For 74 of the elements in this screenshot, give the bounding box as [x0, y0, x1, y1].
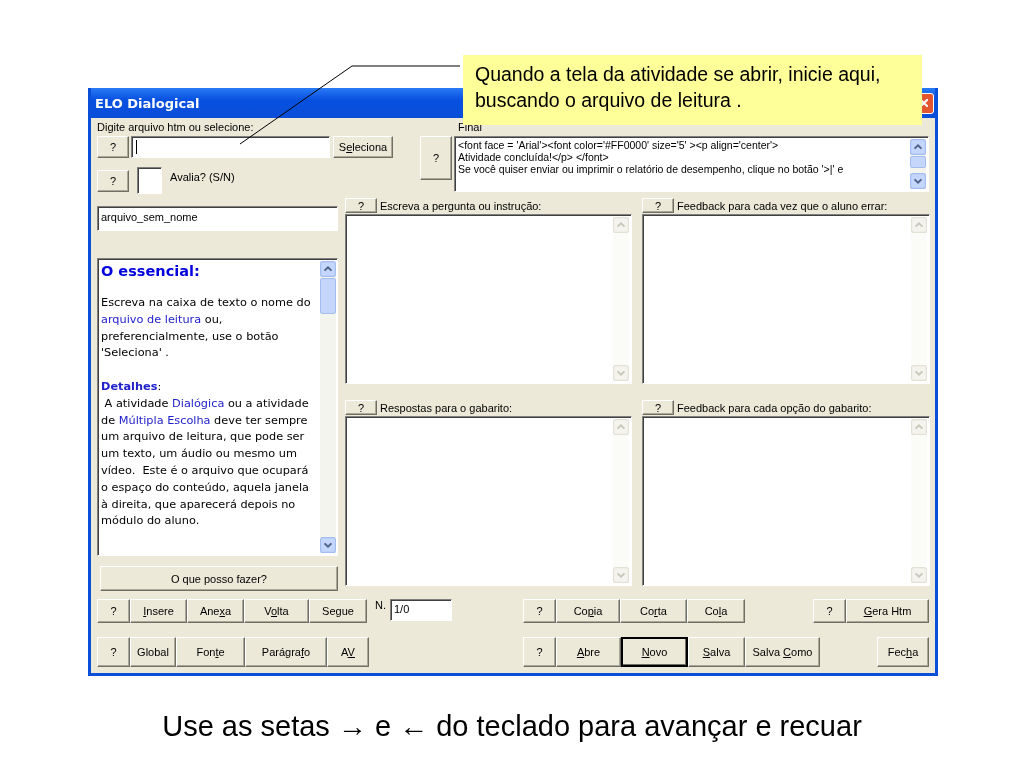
help-button[interactable]: ? — [523, 599, 556, 623]
scrollbar[interactable] — [910, 139, 926, 189]
panel-label: Respostas para o gabarito: — [380, 402, 513, 415]
help-button[interactable]: ? — [642, 400, 674, 415]
toolbar-button[interactable]: Abre — [556, 637, 621, 667]
toolbar-button[interactable]: Salva Como — [745, 637, 820, 667]
code-line: <font face = 'Arial'><font color='#FF0000' size='5' ><p align='center'> — [458, 139, 780, 151]
select-button[interactable]: Seleciona — [333, 136, 393, 158]
help-button[interactable]: ? — [420, 136, 452, 180]
help-paragraph: Escreva na caixa de texto o nome do arquivo de leitura ou, preferencialmente, use o botão 'Seleciona' . — [101, 295, 312, 362]
toolbar-button[interactable]: Parágrafo — [245, 637, 327, 667]
file-name-field[interactable]: arquivo_sem_nome — [97, 206, 338, 231]
link[interactable]: arquivo de leitura — [101, 312, 202, 326]
toolbar-button[interactable]: Anexa — [187, 599, 244, 623]
counter-label: N. — [375, 599, 386, 611]
toolbar-button[interactable]: Copia — [556, 599, 620, 623]
help-button[interactable]: ? — [345, 198, 377, 213]
help-button[interactable]: ? — [97, 599, 130, 623]
close-icon — [919, 99, 928, 107]
scroll-thumb[interactable] — [320, 278, 336, 314]
file-input-field[interactable] — [131, 136, 330, 158]
help-button[interactable]: ? — [813, 599, 846, 623]
evaluate-input-field[interactable] — [137, 167, 162, 194]
scroll-down-icon — [911, 567, 927, 583]
callout-tooltip: Quando a tela da atividade se abrir, inicie aqui, buscando o arquivo de leitura . — [463, 55, 922, 125]
what-can-i-do-button[interactable]: O que posso fazer? — [100, 566, 338, 591]
toolbar-button[interactable]: Fonte — [176, 637, 245, 667]
toolbar-button[interactable]: Segue — [309, 599, 367, 623]
scroll-down-icon — [613, 567, 629, 583]
panel-label: Feedback para cada opção do gabarito: — [677, 402, 872, 415]
link[interactable]: Dialógica — [172, 396, 225, 410]
link[interactable]: Múltipla Escolha — [118, 413, 211, 427]
scroll-up-icon[interactable] — [910, 139, 926, 155]
scroll-down-icon — [613, 365, 629, 381]
toolbar-button[interactable]: Novo — [621, 637, 688, 667]
text-cursor — [136, 140, 137, 154]
toolbar-button[interactable]: Global — [130, 637, 176, 667]
panel-label: Feedback para cada vez que o aluno errar: — [677, 200, 888, 213]
scroll-up-icon[interactable] — [320, 261, 336, 277]
toolbar-button[interactable]: Insere — [130, 599, 187, 623]
scroll-thumb[interactable] — [910, 156, 926, 168]
help-button[interactable]: ? — [523, 637, 556, 667]
toolbar-button[interactable]: AV — [327, 637, 369, 667]
scroll-up-icon — [613, 419, 629, 435]
window-title: ELO Dialogical — [95, 95, 200, 111]
scroll-up-icon — [911, 217, 927, 233]
toolbar-button[interactable]: Volta — [244, 599, 309, 623]
help-subheading: Detalhes: — [101, 379, 163, 395]
slide-caption: Use as setas → e ← do teclado para avançar e recuar — [161, 710, 863, 743]
toolbar-button[interactable]: Gera Htm — [846, 599, 929, 623]
scroll-down-icon — [911, 365, 927, 381]
help-button[interactable]: ? — [97, 136, 129, 158]
toolbar-button[interactable]: Cola — [687, 599, 745, 623]
panel-label: Escreva a pergunta ou instrução: — [380, 200, 542, 213]
help-heading: O essencial: — [101, 262, 201, 281]
scroll-down-icon[interactable] — [910, 173, 926, 189]
code-line: Se você quiser enviar ou imprimir o relatório de desempenho, clique no botão '>|' e — [458, 163, 845, 175]
toolbar-button[interactable]: Fecha — [877, 637, 929, 667]
counter-field[interactable]: 1/0 — [390, 599, 452, 621]
final-text-field[interactable]: <font face = 'Arial'><font color='#FF0000' size='5' ><p align='center'> Atividade concluída!</p> </font> Se você quiser enviar ou imprimir o relatório de desempenho, clique no botão '>|' e — [454, 136, 929, 192]
toolbar-button[interactable]: Salva — [688, 637, 745, 667]
evaluate-label: Avalia? (S/N) — [170, 171, 235, 183]
toolbar-button[interactable]: Corta — [620, 599, 687, 623]
help-button[interactable]: ? — [97, 170, 129, 192]
scrollbar[interactable] — [320, 261, 336, 553]
code-line: Atividade concluída!</p> </font> — [458, 151, 610, 163]
field-label: Digite arquivo htm ou selecione: — [97, 120, 255, 134]
help-button[interactable]: ? — [345, 400, 377, 415]
scroll-up-icon — [911, 419, 927, 435]
scroll-down-icon[interactable] — [320, 537, 336, 553]
help-paragraph: A atividade Dialógica ou a atividade de Múltipla Escolha deve ter sempre um arquivo de leitura, que pode ser um texto, um áudio ou mesmo um vídeo. Este é o arquivo que ocupará o espaço do conteúdo, aquela janela à direita, que aparecerá depois no módulo do aluno. — [101, 395, 310, 530]
scroll-up-icon — [613, 217, 629, 233]
help-button[interactable]: ? — [97, 637, 130, 667]
help-button[interactable]: ? — [642, 198, 674, 213]
